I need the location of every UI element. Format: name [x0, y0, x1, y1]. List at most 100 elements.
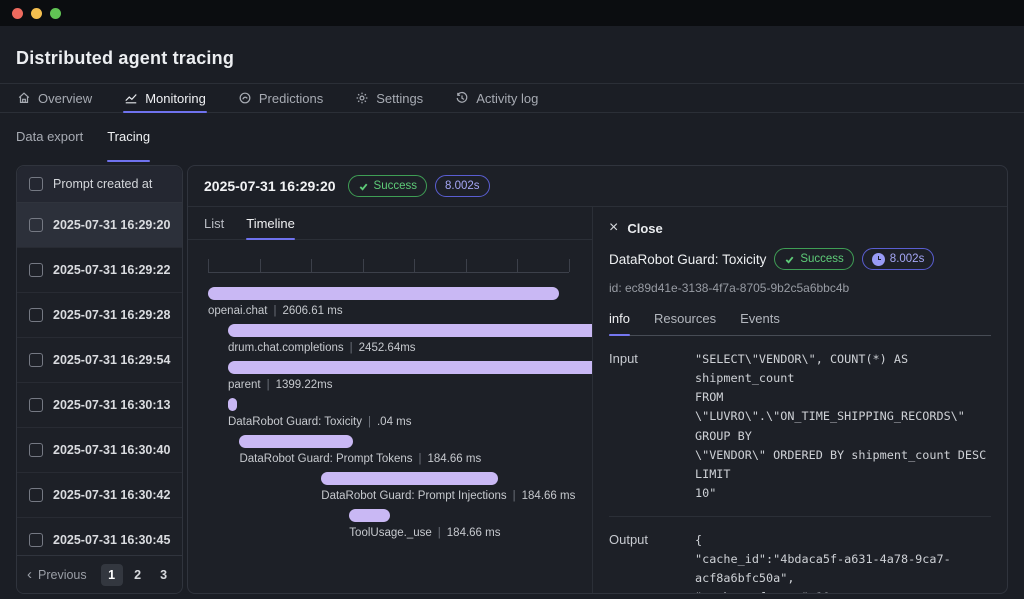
row-checkbox[interactable] — [29, 443, 43, 457]
span-label: openai.chat|2606.61 ms — [208, 305, 592, 317]
previous-page-button[interactable]: ‹ Previous — [27, 567, 87, 582]
close-icon: × — [609, 220, 618, 236]
trace-span[interactable]: drum.chat.completions|2452.64ms — [208, 324, 592, 354]
trace-span[interactable]: openai.chat|2606.61 ms — [208, 287, 592, 317]
timeline-chart: openai.chat|2606.61 ms drum.chat.complet… — [188, 240, 592, 593]
tab-tracing[interactable]: Tracing — [107, 129, 150, 155]
list-item[interactable]: 2025-07-31 16:30:40 — [17, 428, 182, 473]
page-button[interactable]: 2 — [127, 564, 149, 586]
tab-label: Predictions — [259, 91, 323, 106]
pagination: ‹ Previous 123 — [17, 555, 182, 593]
check-icon — [358, 181, 369, 192]
output-value: { "cache_id":"4bdaca5f-a631-4a78-9ca7- a… — [695, 531, 991, 593]
span-id: id: ec89d41e-3138-4f7a-8705-9b2c5a6bbc4b — [609, 281, 991, 295]
detail-tabs: info Resources Events — [609, 311, 991, 336]
tab-monitoring[interactable]: Monitoring — [123, 84, 207, 112]
predictions-icon — [238, 91, 252, 105]
row-checkbox[interactable] — [29, 218, 43, 232]
duration-badge: 8.002s — [435, 175, 490, 197]
tab-overview[interactable]: Overview — [16, 84, 93, 112]
trace-span[interactable]: DataRobot Guard: Prompt Injections|184.6… — [208, 472, 592, 502]
list-item[interactable]: 2025-07-31 16:29:54 — [17, 338, 182, 383]
row-checkbox[interactable] — [29, 308, 43, 322]
span-bar[interactable] — [228, 324, 592, 337]
tab-predictions[interactable]: Predictions — [237, 84, 324, 112]
tab-label: Settings — [376, 91, 423, 106]
app-window: Distributed agent tracing Overview Monit… — [0, 0, 1024, 599]
trace-span[interactable]: ToolUsage._use|184.66 ms — [208, 509, 592, 539]
span-bar[interactable] — [228, 398, 237, 411]
traffic-light-minimize-button[interactable] — [31, 8, 42, 19]
span-bar[interactable] — [228, 361, 592, 374]
trace-body: List Timeline openai.chat|2606.61 ms dru… — [188, 207, 1007, 593]
row-checkbox[interactable] — [29, 398, 43, 412]
tab-info[interactable]: info — [609, 311, 630, 335]
tab-data-export[interactable]: Data export — [16, 129, 83, 155]
list-item[interactable]: 2025-07-31 16:30:13 — [17, 383, 182, 428]
prompt-list-panel: Prompt created at 2025-07-31 16:29:20 20… — [16, 165, 183, 594]
home-icon — [17, 91, 31, 105]
span-bar[interactable] — [321, 472, 498, 485]
row-checkbox[interactable] — [29, 488, 43, 502]
tab-list[interactable]: List — [204, 216, 224, 231]
prompt-list-header-label: Prompt created at — [53, 177, 152, 191]
row-checkbox[interactable] — [29, 353, 43, 367]
tab-activity-log[interactable]: Activity log — [454, 84, 539, 112]
trace-span[interactable]: parent|1399.22ms — [208, 361, 592, 391]
ruler-tick — [208, 259, 209, 272]
span-bar[interactable] — [239, 435, 352, 448]
output-row: Output { "cache_id":"4bdaca5f-a631-4a78-… — [609, 517, 991, 593]
page-numbers: 123 — [101, 564, 175, 586]
ruler-tick — [569, 259, 570, 272]
trace-header: 2025-07-31 16:29:20 Success 8.002s — [188, 166, 1007, 207]
span-label: DataRobot Guard: Toxicity|.04 ms — [228, 416, 592, 428]
content-area: Prompt created at 2025-07-31 16:29:20 20… — [0, 155, 1024, 599]
list-item[interactable]: 2025-07-31 16:29:20 — [17, 203, 182, 248]
timeline-ruler — [208, 260, 569, 273]
ruler-tick — [260, 259, 261, 272]
list-item[interactable]: 2025-07-31 16:29:22 — [17, 248, 182, 293]
span-detail-pane: × Close DataRobot Guard: Toxicity Succes… — [593, 207, 1007, 593]
span-label: DataRobot Guard: Prompt Tokens|184.66 ms — [239, 453, 592, 465]
close-button[interactable]: × Close — [609, 220, 991, 236]
view-tabs: List Timeline — [188, 207, 592, 240]
span-label: drum.chat.completions|2452.64ms — [228, 342, 592, 354]
sub-nav: Data export Tracing — [0, 129, 1024, 155]
clock-icon — [872, 253, 885, 266]
list-item[interactable]: 2025-07-31 16:30:42 — [17, 473, 182, 518]
row-checkbox[interactable] — [29, 263, 43, 277]
check-icon — [784, 254, 795, 265]
ruler-tick — [414, 259, 415, 272]
prompt-list-header: Prompt created at — [17, 166, 182, 203]
tab-label: Overview — [38, 91, 92, 106]
page-button[interactable]: 1 — [101, 564, 123, 586]
trace-span[interactable]: DataRobot Guard: Toxicity|.04 ms — [208, 398, 592, 428]
ruler-tick — [363, 259, 364, 272]
gear-icon — [355, 91, 369, 105]
status-badge: Success — [348, 175, 427, 197]
select-all-checkbox[interactable] — [29, 177, 43, 191]
prompt-list: 2025-07-31 16:29:20 2025-07-31 16:29:22 … — [17, 203, 182, 563]
traffic-light-zoom-button[interactable] — [50, 8, 61, 19]
span-bar[interactable] — [208, 287, 559, 300]
tab-timeline[interactable]: Timeline — [246, 216, 295, 231]
page-title: Distributed agent tracing — [16, 48, 1008, 69]
trace-span[interactable]: DataRobot Guard: Prompt Tokens|184.66 ms — [208, 435, 592, 465]
span-label: ToolUsage._use|184.66 ms — [349, 527, 592, 539]
tab-events[interactable]: Events — [740, 311, 780, 335]
row-checkbox[interactable] — [29, 533, 43, 547]
tab-resources[interactable]: Resources — [654, 311, 716, 335]
list-item[interactable]: 2025-07-31 16:29:28 — [17, 293, 182, 338]
span-bar[interactable] — [349, 509, 389, 522]
input-label: Input — [609, 350, 695, 503]
tab-label: Activity log — [476, 91, 538, 106]
tab-label: Monitoring — [145, 91, 206, 106]
page-button[interactable]: 3 — [153, 564, 175, 586]
input-row: Input "SELECT\"VENDOR\", COUNT(*) AS shi… — [609, 336, 991, 517]
chart-line-icon — [124, 91, 138, 105]
tab-settings[interactable]: Settings — [354, 84, 424, 112]
history-icon — [455, 91, 469, 105]
traffic-light-close-button[interactable] — [12, 8, 23, 19]
detail-status-badge: Success — [774, 248, 853, 270]
top-nav: Overview Monitoring Predictions Settings… — [0, 83, 1024, 113]
